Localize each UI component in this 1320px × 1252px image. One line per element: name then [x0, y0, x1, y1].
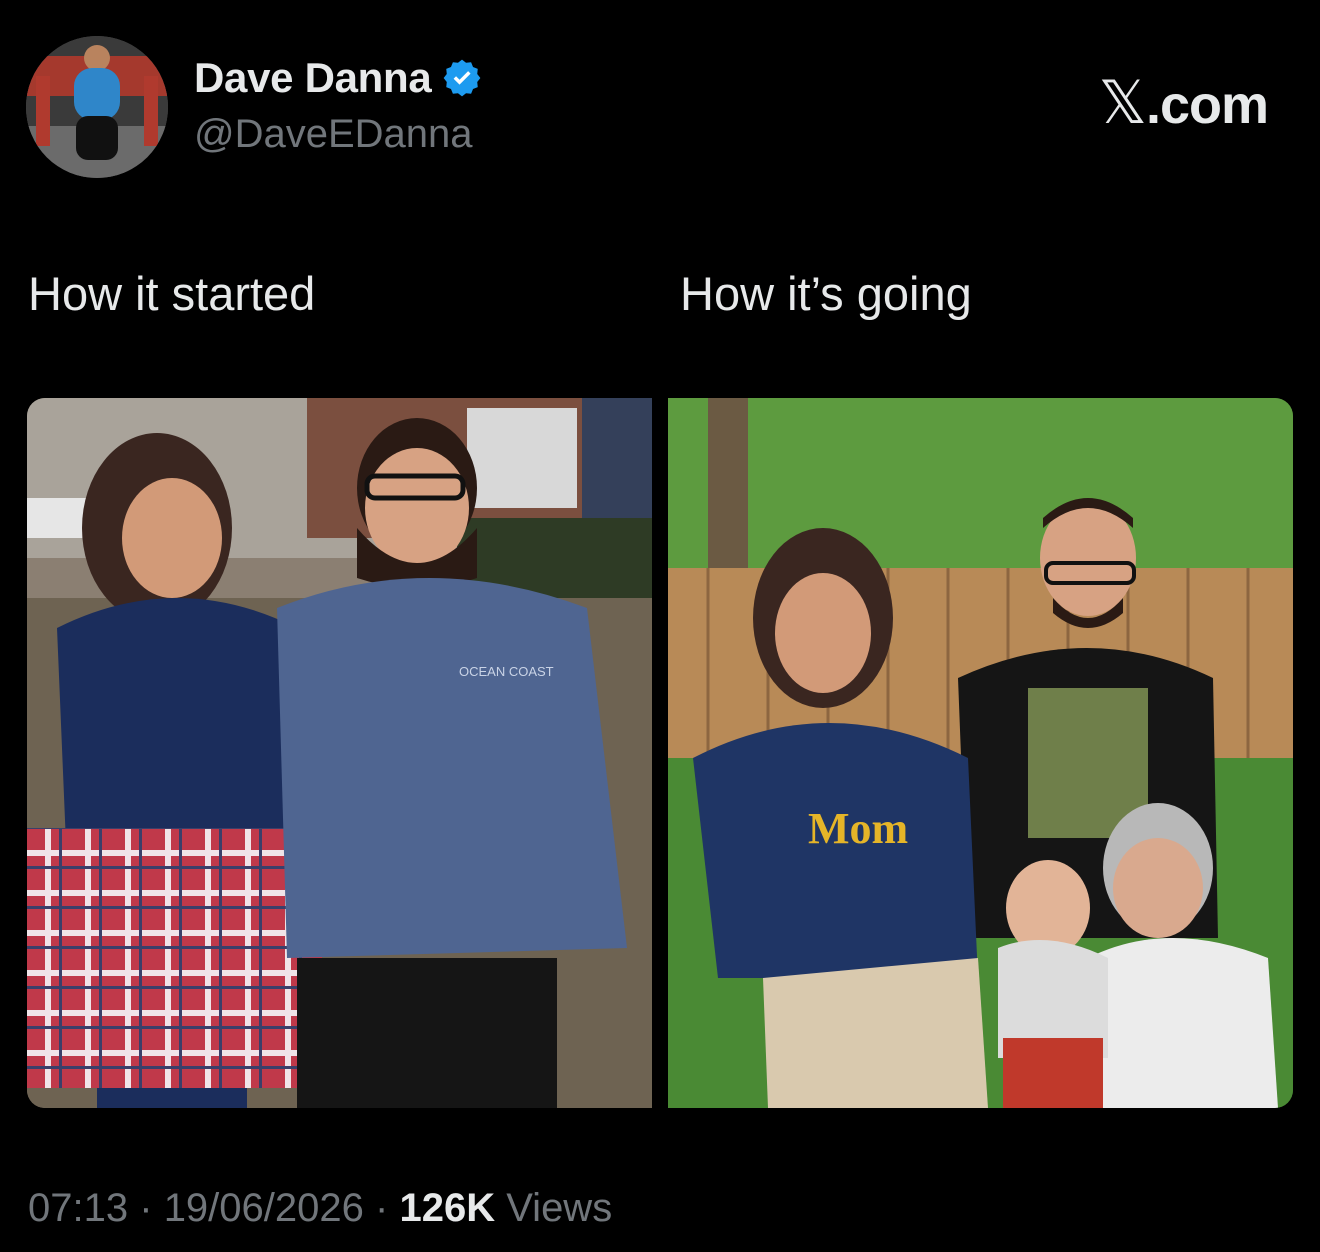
- author-block: Dave Danna @DaveEDanna: [194, 54, 483, 157]
- views-label: Views: [506, 1186, 613, 1230]
- photo-how-its-going[interactable]: Mom: [668, 398, 1293, 1108]
- shirt-text-left: OCEAN COAST: [459, 664, 554, 679]
- verified-badge-icon: [441, 57, 483, 99]
- tweet-time[interactable]: 07:13: [28, 1186, 128, 1230]
- brand-domain: .com: [1145, 75, 1269, 135]
- caption-left: How it started: [28, 267, 316, 320]
- author-handle[interactable]: @DaveEDanna: [194, 112, 483, 157]
- avatar[interactable]: [26, 36, 168, 178]
- x-logo: 𝕏 .com: [1098, 68, 1269, 138]
- tweet-date[interactable]: 19/06/2026: [164, 1186, 364, 1230]
- shirt-text-right: Mom: [808, 804, 908, 853]
- x-brand-icon: 𝕏: [1098, 68, 1147, 138]
- caption-right: How it’s going: [680, 267, 972, 320]
- separator: ·: [139, 1186, 153, 1230]
- tweet-meta: 07:13 · 19/06/2026 · 126K Views: [28, 1186, 612, 1231]
- views-count: 126K: [399, 1186, 496, 1230]
- author-name[interactable]: Dave Danna: [194, 54, 432, 102]
- separator: ·: [375, 1186, 389, 1230]
- photo-how-it-started[interactable]: OCEAN COAST: [27, 398, 652, 1108]
